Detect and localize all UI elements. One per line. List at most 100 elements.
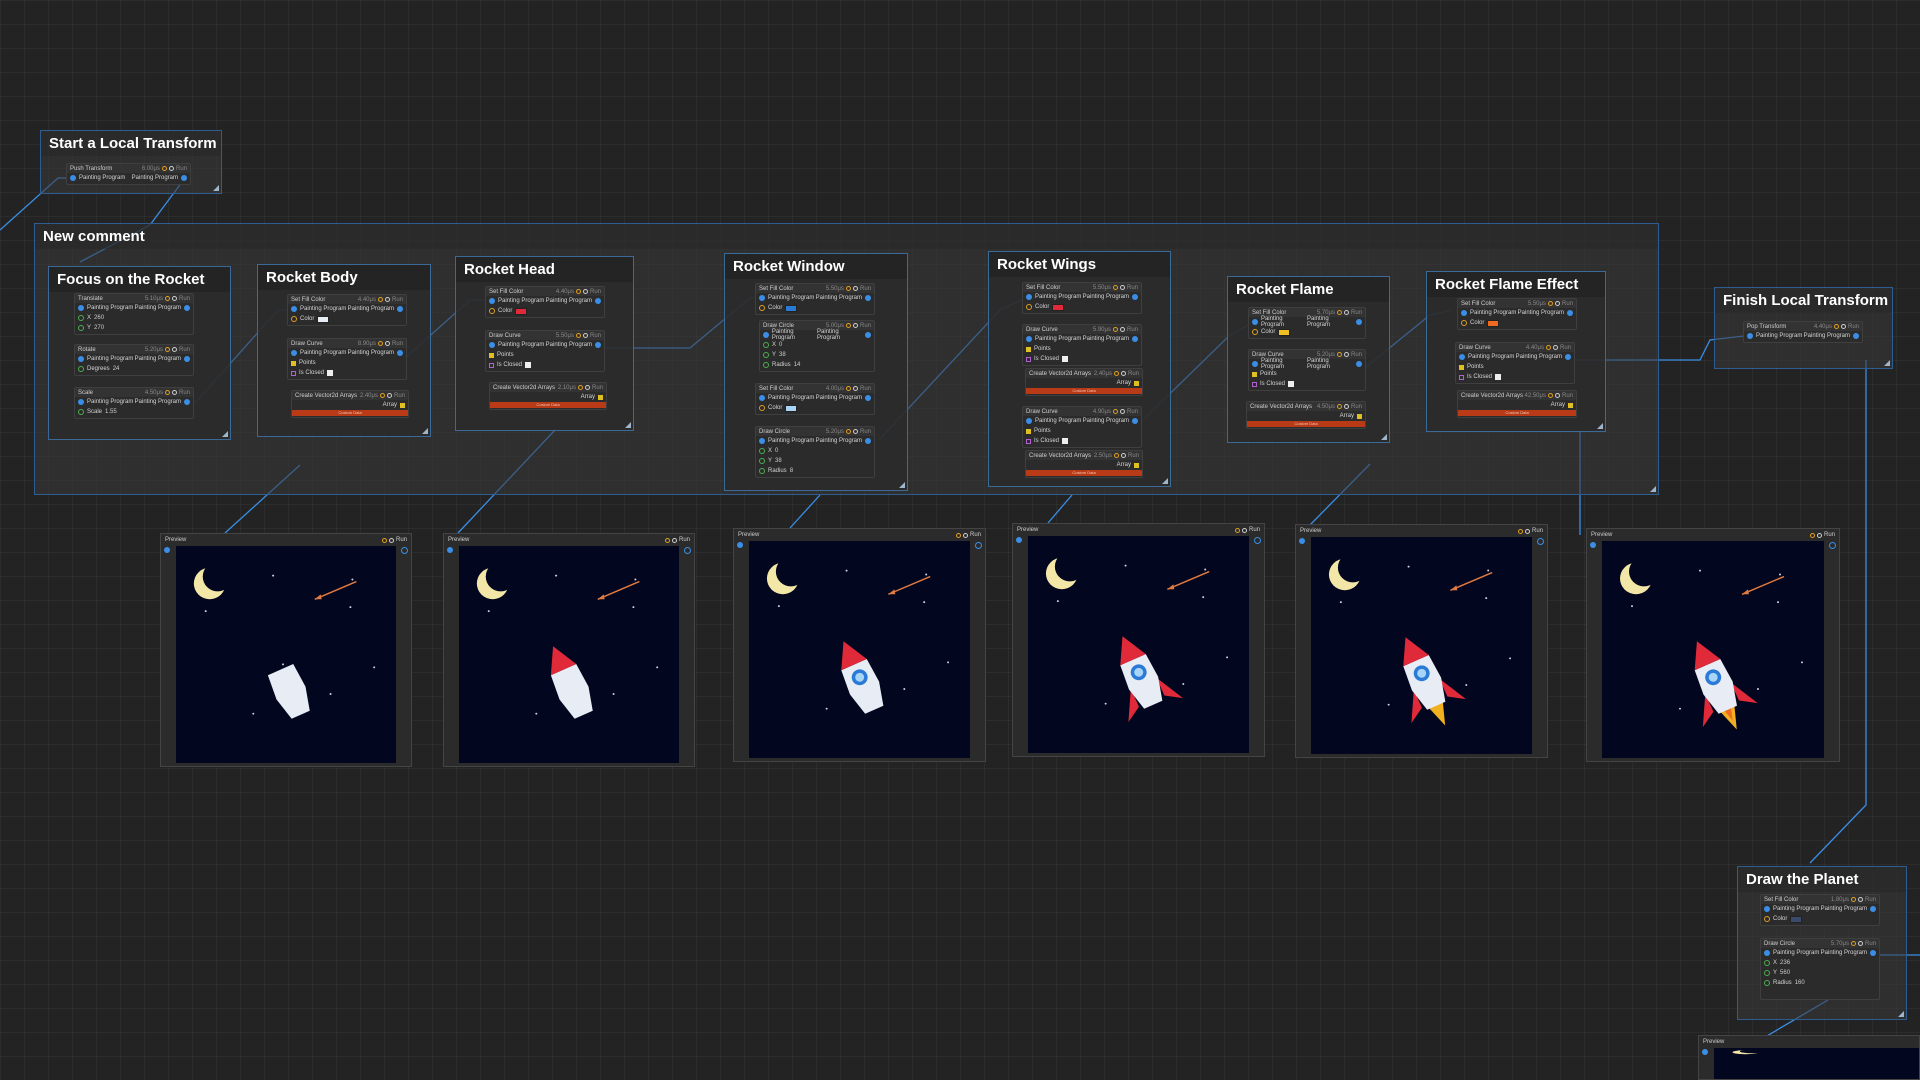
node-set-fill-color[interactable]: Set Fill Color 4.00μs Run Painting Program… — [755, 383, 875, 415]
exec-pin[interactable] — [1809, 532, 1815, 538]
node-push-transform[interactable]: Push Transform 6.00μs Run Painting Program… — [66, 163, 191, 185]
exec-pin[interactable] — [381, 537, 387, 543]
comment-rocket-wings[interactable]: Rocket Wings Set Fill Color 5.50μs Run Pai… — [988, 251, 1171, 487]
node-create-vector2d-arrays[interactable]: Create Vector2d Arrays 42.50μs Run Array C… — [1457, 390, 1577, 418]
preview-node[interactable]: Preview Run — [160, 533, 412, 767]
exec-pin[interactable] — [1120, 453, 1126, 458]
exec-pin[interactable] — [1554, 301, 1560, 306]
input-pin[interactable] — [1026, 418, 1032, 424]
exec-pin[interactable] — [1113, 371, 1119, 376]
exec-pin[interactable] — [1833, 324, 1839, 329]
exec-pin[interactable] — [852, 429, 858, 434]
output-pin[interactable] — [1853, 333, 1859, 339]
input-pin[interactable] — [1461, 320, 1467, 326]
output-pin[interactable] — [1565, 354, 1571, 360]
exec-pin[interactable] — [171, 347, 177, 352]
is-closed-checkbox[interactable] — [1062, 356, 1069, 362]
input-pin[interactable] — [447, 547, 453, 553]
node-set-fill-color[interactable]: Set Fill Color 4.40μs Run Painting Program… — [485, 286, 605, 318]
input-pin[interactable] — [291, 350, 297, 356]
input-pin[interactable] — [1764, 970, 1770, 976]
input-pin[interactable] — [1747, 333, 1753, 339]
input-pin[interactable] — [78, 366, 84, 372]
color-swatch[interactable] — [515, 307, 528, 315]
preview-node[interactable]: Preview Run — [1295, 524, 1548, 758]
exec-pin[interactable] — [575, 289, 581, 294]
exec-pin[interactable] — [852, 323, 858, 328]
input-pin[interactable] — [1459, 374, 1464, 380]
input-pin[interactable] — [78, 325, 84, 331]
color-swatch[interactable] — [317, 315, 330, 323]
node-draw-circle[interactable]: Draw Circle 5.20μs Run Painting Program Pai… — [755, 426, 875, 478]
custom-data-button[interactable]: Custom Data — [1026, 388, 1142, 394]
input-pin[interactable] — [489, 308, 495, 314]
exec-pin[interactable] — [1554, 393, 1560, 398]
output-pin[interactable] — [865, 395, 871, 401]
resize-handle[interactable] — [1381, 434, 1387, 440]
input-pin[interactable] — [1252, 319, 1258, 325]
comment-focus-rocket[interactable]: Focus on the Rocket Translate 5.10μs Run P… — [48, 266, 231, 440]
input-pin[interactable] — [1026, 336, 1032, 342]
exec-pin[interactable] — [1547, 393, 1553, 398]
exec-pin[interactable] — [164, 347, 170, 352]
exec-pin[interactable] — [1343, 352, 1349, 357]
input-pin[interactable] — [759, 448, 765, 454]
exec-pin[interactable] — [1119, 285, 1125, 290]
output-pin[interactable] — [1537, 538, 1544, 545]
node-set-fill-color[interactable]: Set Fill Color 5.70μs Run Painting Program… — [1248, 307, 1366, 339]
node-translate[interactable]: Translate 5.10μs Run Painting Program Paint… — [74, 293, 194, 335]
input-pin[interactable] — [1026, 346, 1031, 352]
exec-pin[interactable] — [171, 296, 177, 301]
exec-pin[interactable] — [377, 341, 383, 346]
preview-node[interactable]: Preview Run — [1012, 523, 1265, 757]
resize-handle[interactable] — [1162, 478, 1168, 484]
color-swatch[interactable] — [1487, 319, 1500, 327]
input-pin[interactable] — [164, 547, 170, 553]
node-set-fill-color[interactable]: Set Fill Color 5.50μs Run Painting Program… — [1457, 298, 1577, 330]
input-pin[interactable] — [489, 342, 495, 348]
exec-pin[interactable] — [168, 166, 174, 171]
value-field[interactable]: 24 — [113, 366, 120, 372]
output-pin[interactable] — [975, 542, 982, 549]
exec-pin[interactable] — [1241, 527, 1247, 533]
color-swatch[interactable] — [1052, 303, 1065, 311]
input-pin[interactable] — [737, 542, 743, 548]
is-closed-checkbox[interactable] — [1288, 381, 1295, 387]
exec-pin[interactable] — [962, 532, 968, 538]
value-field[interactable]: 160 — [1795, 980, 1805, 986]
input-pin[interactable] — [763, 332, 769, 338]
exec-pin[interactable] — [1336, 352, 1342, 357]
exec-pin[interactable] — [164, 390, 170, 395]
input-pin[interactable] — [1016, 537, 1022, 543]
input-pin[interactable] — [489, 362, 494, 368]
input-pin[interactable] — [78, 315, 84, 321]
input-pin[interactable] — [1764, 906, 1770, 912]
input-pin[interactable] — [1252, 371, 1257, 377]
exec-pin[interactable] — [1850, 941, 1856, 946]
output-pin[interactable] — [1134, 380, 1139, 386]
output-pin[interactable] — [184, 399, 190, 405]
value-field[interactable]: 14 — [794, 362, 801, 368]
resize-handle[interactable] — [1650, 486, 1656, 492]
exec-pin[interactable] — [388, 537, 394, 543]
input-pin[interactable] — [1459, 364, 1464, 370]
exec-pin[interactable] — [384, 341, 390, 346]
exec-pin[interactable] — [161, 166, 167, 171]
exec-pin[interactable] — [1857, 897, 1863, 902]
node-draw-circle[interactable]: Draw Circle 5.00μs Run Painting Program Pai… — [759, 320, 875, 372]
output-pin[interactable] — [1356, 319, 1362, 325]
exec-pin[interactable] — [577, 385, 583, 390]
custom-data-button[interactable]: Custom Data — [1458, 410, 1576, 416]
resize-handle[interactable] — [899, 482, 905, 488]
exec-pin[interactable] — [1547, 301, 1553, 306]
exec-pin[interactable] — [575, 333, 581, 338]
custom-data-button[interactable]: Custom Data — [292, 410, 408, 416]
resize-handle[interactable] — [1597, 423, 1603, 429]
input-pin[interactable] — [1764, 980, 1770, 986]
output-pin[interactable] — [400, 402, 405, 408]
input-pin[interactable] — [1026, 356, 1031, 362]
input-pin[interactable] — [291, 316, 297, 322]
output-pin[interactable] — [595, 342, 601, 348]
comment-rocket-flame-effect[interactable]: Rocket Flame Effect Set Fill Color 5.50μs… — [1426, 271, 1606, 432]
input-pin[interactable] — [1026, 294, 1032, 300]
